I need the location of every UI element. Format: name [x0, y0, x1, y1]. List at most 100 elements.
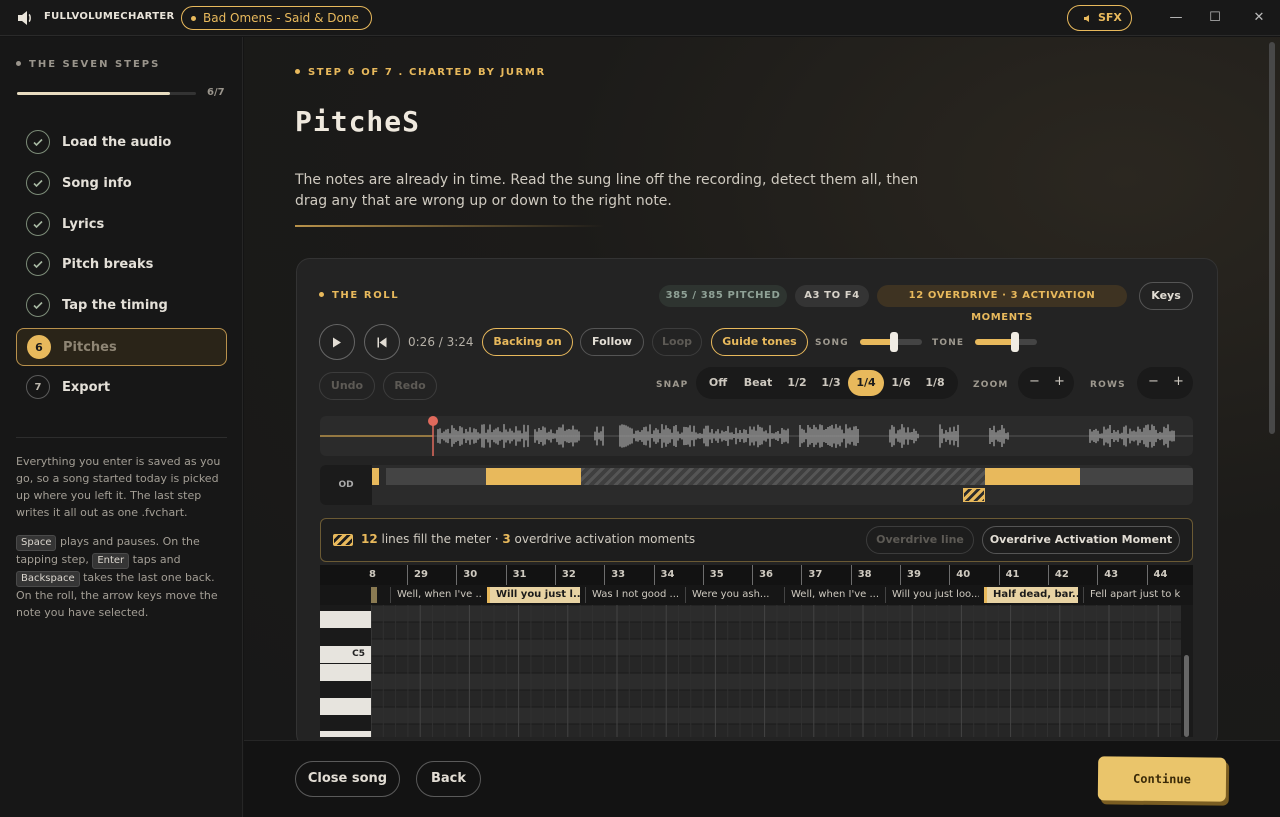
snap-option[interactable]: 1/2: [780, 370, 814, 396]
zoom-stepper: − +: [1018, 367, 1074, 399]
backing-toggle-button[interactable]: Backing on: [482, 328, 573, 356]
sidebar: THE SEVEN STEPS 6/7 Load the audio Song i…: [0, 37, 243, 817]
overdrive-phrase[interactable]: [985, 468, 1080, 485]
song-pill[interactable]: Bad Omens - Said & Done: [181, 6, 372, 30]
play-button[interactable]: [319, 324, 355, 360]
roll-scrollbar[interactable]: [1181, 605, 1193, 737]
zoom-out-button[interactable]: −: [1029, 374, 1040, 389]
close-window-button[interactable]: ✕: [1250, 9, 1268, 27]
rows-stepper: − +: [1137, 367, 1193, 399]
overdrive-lane[interactable]: OD: [320, 465, 1193, 505]
measure-number: 29: [407, 565, 428, 585]
song-pill-label: Bad Omens - Said & Done: [203, 11, 359, 25]
song-volume-slider[interactable]: [860, 332, 922, 352]
snap-option[interactable]: Off: [700, 370, 736, 396]
roll-title-text: THE ROLL: [332, 290, 400, 301]
piano-key[interactable]: [320, 611, 371, 628]
loop-button[interactable]: Loop: [652, 328, 702, 356]
redo-button[interactable]: Redo: [383, 372, 437, 400]
measure-number: 30: [456, 565, 477, 585]
sidebar-step-label: Export: [62, 379, 111, 395]
steps-heading-text: THE SEVEN STEPS: [29, 59, 161, 70]
sidebar-step-7[interactable]: 7 Export: [16, 368, 227, 406]
lyric-phrase[interactable]: Well, when I've ...: [390, 587, 482, 603]
piano-key[interactable]: [320, 698, 371, 715]
lyric-phrase[interactable]: Will you just l...: [487, 587, 580, 603]
piano-key[interactable]: [320, 731, 371, 737]
roll-dot-icon: [319, 291, 324, 297]
measure-number: 8: [369, 569, 376, 580]
slider-thumb[interactable]: [890, 332, 899, 352]
continue-button[interactable]: Continue: [1097, 756, 1227, 802]
lyric-edge: [371, 587, 377, 603]
follow-button[interactable]: Follow: [580, 328, 644, 356]
overdrive-activation-button[interactable]: Overdrive Activation Moment: [982, 526, 1180, 554]
measure-number: 33: [604, 565, 625, 585]
lyric-phrase[interactable]: Fell apart just to k: [1083, 587, 1193, 603]
roll-scrollbar-thumb[interactable]: [1184, 655, 1189, 737]
measure-number: 34: [653, 565, 674, 585]
shortcut-note: Space plays and pauses. On the tapping s…: [16, 533, 228, 621]
lyric-phrase[interactable]: Was I not good ...: [585, 587, 679, 603]
snap-option[interactable]: 1/6: [884, 370, 918, 396]
playhead[interactable]: [428, 416, 438, 426]
sidebar-step-label: Load the audio: [62, 134, 172, 150]
waveform[interactable]: [320, 416, 1193, 456]
title-bar: FULLVOLUMECHARTER Bad Omens - Said & Don…: [0, 0, 1280, 36]
sidebar-step-1[interactable]: Load the audio: [16, 123, 227, 161]
tone-volume-slider[interactable]: [975, 332, 1037, 352]
piano-key[interactable]: [320, 664, 371, 681]
pitch-range-badge: A3 TO F4: [795, 285, 869, 307]
sidebar-step-2[interactable]: Song info: [16, 164, 227, 202]
pitched-count-badge: 385 / 385 PITCHED: [659, 285, 787, 307]
lyric-phrase[interactable]: Will you just loo...: [885, 587, 979, 603]
keys-button[interactable]: Keys: [1139, 282, 1193, 310]
piano-roll-grid[interactable]: 8 29 30 31 32 33 34 35 36 37 38 39 40 41 42 43 44 Well, …: [320, 565, 1193, 737]
zoom-in-button[interactable]: +: [1054, 374, 1065, 389]
snap-option[interactable]: Beat: [736, 370, 780, 396]
snap-option[interactable]: 1/8: [918, 370, 952, 396]
lyric-phrase[interactable]: Well, when I've ...: [784, 587, 879, 603]
page-scrollbar[interactable]: [1269, 42, 1275, 434]
sidebar-step-3[interactable]: Lyrics: [16, 205, 227, 243]
sfx-label: SFX: [1098, 11, 1122, 24]
snap-label: SNAP: [656, 380, 689, 390]
back-button[interactable]: Back: [416, 761, 481, 797]
measure-number: 31: [505, 565, 527, 585]
shortcut-text-2: taps and: [129, 553, 181, 566]
lyric-phrase[interactable]: Half dead, bar...: [984, 587, 1078, 603]
sidebar-step-5[interactable]: Tap the timing: [16, 286, 227, 324]
measure-number: 32: [554, 565, 576, 585]
guide-tones-button[interactable]: Guide tones: [711, 328, 808, 356]
maximize-button[interactable]: ☐: [1206, 9, 1224, 27]
song-volume-label: SONG: [815, 338, 849, 348]
rows-increase-button[interactable]: +: [1173, 374, 1184, 389]
minimize-button[interactable]: —: [1167, 9, 1185, 27]
overdrive-phrase[interactable]: [372, 468, 379, 485]
sidebar-step-4[interactable]: Pitch breaks: [16, 245, 227, 283]
measure-ruler[interactable]: 8 29 30 31 32 33 34 35 36 37 38 39 40 41 42 43 44: [320, 565, 1193, 585]
sidebar-step-label: Song info: [62, 175, 132, 191]
activation-marker[interactable]: [963, 488, 985, 502]
sidebar-step-6[interactable]: 6 Pitches: [16, 328, 227, 366]
pitch-rows[interactable]: [371, 605, 1181, 737]
waveform-graphic: [320, 416, 1193, 456]
check-icon: [26, 212, 50, 236]
close-song-button[interactable]: Close song: [295, 761, 400, 797]
sfx-toggle-button[interactable]: SFX: [1067, 5, 1132, 31]
undo-button[interactable]: Undo: [319, 372, 375, 400]
piano-key-c5[interactable]: C5: [320, 646, 371, 663]
snap-option[interactable]: 1/3: [814, 370, 848, 396]
page-title: PitcheS: [295, 105, 421, 138]
footer-bar: Close song Back Continue: [244, 740, 1280, 817]
sidebar-divider: [16, 437, 227, 438]
skip-to-start-button[interactable]: [364, 324, 400, 360]
rows-decrease-button[interactable]: −: [1148, 374, 1159, 389]
snap-option[interactable]: 1/4: [848, 370, 884, 396]
sidebar-step-label: Pitch breaks: [62, 256, 154, 272]
slider-thumb[interactable]: [1011, 332, 1020, 352]
overdrive-phrase[interactable]: [486, 468, 581, 485]
lyric-phrase[interactable]: Were you ash...: [685, 587, 779, 603]
overdrive-activation-region[interactable]: [581, 468, 985, 485]
overdrive-line-button[interactable]: Overdrive line: [866, 526, 974, 554]
